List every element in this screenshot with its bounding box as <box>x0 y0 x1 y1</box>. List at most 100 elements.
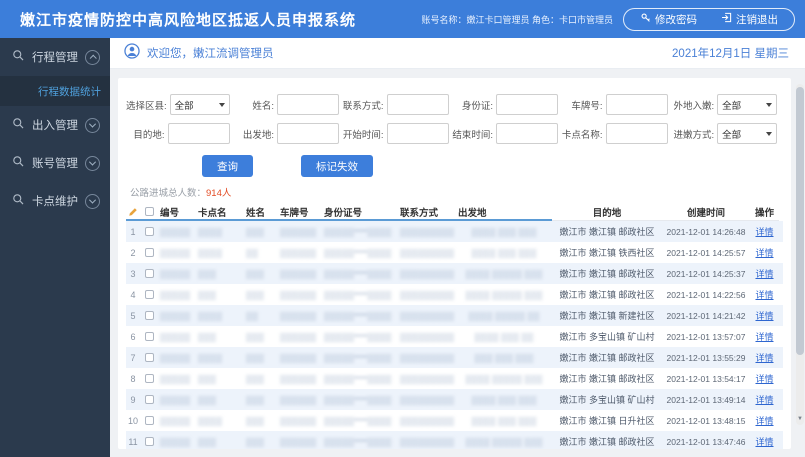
sidebar-item-zhanghao[interactable]: 账号管理 <box>0 144 110 182</box>
row-index: 7 <box>130 352 136 363</box>
row-checkbox[interactable] <box>140 227 158 236</box>
checkbox-icon[interactable] <box>144 353 154 362</box>
checkbox-icon[interactable] <box>144 437 154 446</box>
content-area: 选择区县: 全部 姓名: 联系方式: 身份证: 车牌号: 外地入嫩: 全部 目的地: 出发地: 开始… <box>110 69 805 457</box>
filter-input[interactable] <box>496 123 558 144</box>
filter-input[interactable] <box>605 94 668 115</box>
row-checkbox[interactable] <box>140 311 158 320</box>
cell-checkpoint: ▒▒▒▒ <box>198 415 223 426</box>
chevron-down-icon[interactable] <box>85 193 100 209</box>
cell-id: ▒▒▒▒▒ <box>160 394 191 405</box>
filter-group: 姓名: <box>236 94 346 115</box>
filter-select[interactable]: 全部 <box>169 94 230 115</box>
filter-label: 姓名: <box>252 100 274 112</box>
checkbox-icon[interactable] <box>144 227 154 236</box>
row-checkbox[interactable] <box>140 395 158 404</box>
row-checkbox[interactable] <box>140 353 158 362</box>
checkbox-icon[interactable] <box>144 290 154 299</box>
sidebar-item-xingcheng[interactable]: 行程管理 <box>0 38 110 76</box>
cell-phone: ▒▒▒▒▒▒▒▒▒ <box>400 268 455 279</box>
cell-origin: ▒▒▒▒ ▒▒▒▒▒ ▒▒▒ <box>465 436 543 447</box>
row-checkbox[interactable] <box>140 437 158 446</box>
checkbox-icon[interactable] <box>144 332 154 341</box>
detail-link[interactable]: 详情 <box>750 393 779 406</box>
checkbox-icon[interactable] <box>144 269 154 278</box>
content-card: 选择区县: 全部 姓名: 联系方式: 身份证: 车牌号: 外地入嫩: 全部 目的地: 出发地: 开始… <box>118 78 791 449</box>
cell-destination: 嫩江市 嫩江镇 邮政社区 <box>559 227 655 237</box>
filter-input[interactable] <box>496 94 558 115</box>
cell-id: ▒▒▒▒▒ <box>160 436 191 447</box>
cell-idcard: ▒▒▒▒▒****▒▒▒▒ <box>324 268 392 279</box>
filter-input[interactable] <box>386 94 449 115</box>
cell-checkpoint: ▒▒▒▒ <box>198 247 223 258</box>
sidebar: 行程管理行程数据统计出入管理统计账号管理卡点维护 <box>0 38 110 457</box>
sidebar-item-label: 账号管理 <box>32 158 78 170</box>
sidebar-submenu: 行程数据统计 <box>0 76 110 106</box>
logout-button[interactable]: 注销退出 <box>709 12 790 27</box>
sidebar-subitem-xingcheng-tongji[interactable]: 行程数据统计 <box>0 76 110 106</box>
mark-invalid-button[interactable]: 标记失效 <box>301 155 373 177</box>
detail-link[interactable]: 详情 <box>750 372 779 385</box>
chevron-down-icon[interactable] <box>85 117 100 133</box>
scrollbar-down-arrow[interactable]: ▼ <box>796 415 804 423</box>
cell-created-time: 2021-12-01 14:21:42 <box>666 310 746 321</box>
detail-link[interactable]: 详情 <box>750 414 779 427</box>
vertical-scrollbar[interactable]: ▼ <box>796 84 804 425</box>
edit-pencil-icon <box>126 204 140 221</box>
filter-input[interactable] <box>167 123 230 144</box>
filter-input[interactable] <box>386 123 449 144</box>
detail-link[interactable]: 详情 <box>750 225 779 238</box>
change-password-label: 修改密码 <box>655 13 697 26</box>
checkbox-icon[interactable] <box>144 374 154 383</box>
checkbox-icon[interactable] <box>144 311 154 320</box>
row-checkbox[interactable] <box>140 269 158 278</box>
filter-group: 联系方式: <box>343 94 455 115</box>
change-password-button[interactable]: 修改密码 <box>628 12 709 27</box>
filter-input[interactable] <box>277 123 339 144</box>
detail-link[interactable]: 详情 <box>750 267 779 280</box>
key-icon <box>640 12 651 26</box>
cell-idcard: ▒▒▒▒▒****▒▒▒▒ <box>324 331 392 342</box>
cell-destination: 嫩江市 嫩江镇 邮政社区 <box>559 374 655 384</box>
row-checkbox[interactable] <box>140 248 158 257</box>
main-area: 欢迎您，嫩江流调管理员 2021年12月1日 星期三 选择区县: 全部 姓名: 联系方… <box>110 38 805 457</box>
welcome-greeting: 欢迎您，嫩江流调管理员 <box>147 48 274 60</box>
sidebar-item-kadian[interactable]: 卡点维护 <box>0 182 110 220</box>
row-checkbox[interactable] <box>140 290 158 299</box>
cell-plate: ▒▒▒▒▒▒ <box>280 310 317 321</box>
detail-link[interactable]: 详情 <box>750 309 779 322</box>
row-checkbox[interactable] <box>140 332 158 341</box>
row-checkbox[interactable] <box>140 374 158 383</box>
sidebar-item-label: 出入管理统计 <box>32 120 78 132</box>
sidebar-item-churu[interactable]: 出入管理统计 <box>0 106 110 144</box>
total-count-value: 914人 <box>206 188 232 199</box>
checkbox-icon[interactable] <box>144 416 154 425</box>
cell-checkpoint: ▒▒▒ <box>198 289 217 300</box>
detail-link[interactable]: 详情 <box>750 288 779 301</box>
filter-select[interactable]: 全部 <box>717 123 777 144</box>
checkbox-icon[interactable] <box>144 248 154 257</box>
cell-id: ▒▒▒▒▒ <box>160 373 191 384</box>
filter-input[interactable] <box>605 123 668 144</box>
chevron-down-icon[interactable] <box>85 155 100 171</box>
cell-origin: ▒▒▒▒ ▒▒▒ ▒▒▒ <box>471 394 537 405</box>
app-window: 嫩江市疫情防控中高风险地区抵返人员申报系统 账号名称：嫩江卡口管理员 角色：卡口… <box>0 0 805 457</box>
checkbox-icon[interactable] <box>144 395 154 404</box>
current-date: 2021年12月1日 星期三 <box>672 48 789 60</box>
cell-plate: ▒▒▒▒▒▒ <box>280 289 317 300</box>
filter-select[interactable]: 全部 <box>717 94 777 115</box>
query-button[interactable]: 查询 <box>202 155 253 177</box>
select-all-checkbox[interactable] <box>140 204 158 221</box>
scrollbar-thumb[interactable] <box>796 87 804 355</box>
checkbox-icon[interactable] <box>144 207 154 216</box>
row-checkbox[interactable] <box>140 416 158 425</box>
cell-destination: 嫩江市 嫩江镇 邮政社区 <box>559 290 655 300</box>
filter-input[interactable] <box>277 94 339 115</box>
chevron-up-icon[interactable] <box>85 49 100 65</box>
detail-link[interactable]: 详情 <box>750 246 779 259</box>
cell-idcard: ▒▒▒▒▒****▒▒▒▒ <box>324 352 392 363</box>
detail-link[interactable]: 详情 <box>750 435 779 448</box>
detail-link[interactable]: 详情 <box>750 330 779 343</box>
detail-link[interactable]: 详情 <box>750 351 779 364</box>
filter-label: 外地入嫩: <box>673 100 715 112</box>
